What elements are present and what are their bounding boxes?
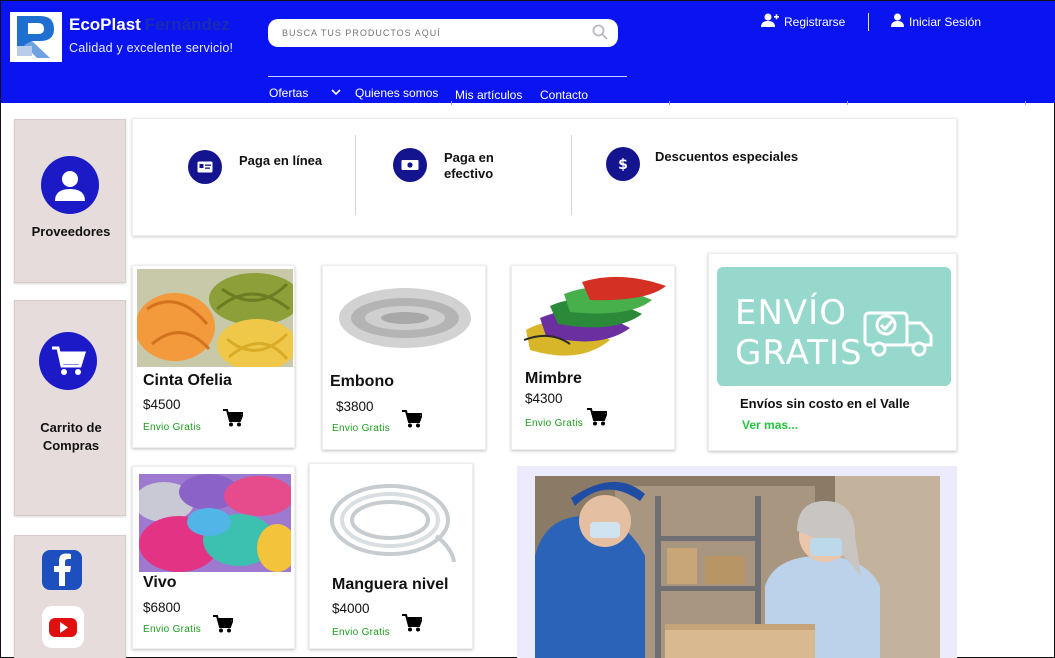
product-name[interactable]: Manguera nivel: [332, 576, 448, 594]
see-more-link[interactable]: Ver mas...: [742, 418, 798, 432]
nav-separator: [451, 101, 452, 105]
feature-discounts: Descuentos especiales: [655, 149, 799, 164]
product-card-manguera-nivel[interactable]: Manguera nivel $4000 Envio Gratis: [309, 463, 473, 649]
add-to-cart-icon[interactable]: [402, 614, 424, 637]
product-name[interactable]: Vivo: [143, 574, 177, 592]
shipping-badge: Envio Gratis: [332, 627, 391, 638]
delivery-photo: [535, 476, 940, 658]
product-card-mimbre[interactable]: Mimbre $4300 Envio Gratis: [511, 265, 675, 450]
nav-divider: [268, 76, 627, 77]
dollar-icon: $: [606, 147, 640, 181]
search-input[interactable]: [282, 19, 582, 47]
youtube-icon[interactable]: [42, 606, 84, 648]
nav-item-contacto[interactable]: Contacto: [540, 88, 588, 102]
feature-divider: [355, 135, 356, 215]
social-card: [14, 535, 126, 658]
banner-line-2: GRATIS: [735, 333, 863, 373]
register-link[interactable]: Registrarse: [761, 13, 845, 30]
search-bar: [268, 19, 618, 47]
free-shipping-banner: ENVÍO GRATIS: [717, 267, 951, 386]
user-icon: [891, 13, 904, 30]
product-card-cinta-ofelia[interactable]: Cinta Ofelia $4500 Envio Gratis: [132, 265, 295, 448]
nav-separator: [1025, 101, 1026, 105]
add-user-icon: [761, 13, 779, 30]
product-price: $3800: [336, 399, 374, 414]
feature-online-payment: Paga en línea: [239, 153, 323, 168]
delivery-photo-panel: [517, 466, 957, 658]
nav-separator: [669, 101, 670, 105]
cart-label: Carrito de Compras: [40, 420, 102, 453]
brand-primary: EcoPlast: [69, 15, 141, 34]
product-image: [139, 474, 291, 572]
product-image: [324, 476, 464, 568]
feature-divider: [571, 135, 572, 215]
svg-text:$: $: [618, 157, 628, 172]
providers-label: Proveedores: [31, 224, 111, 239]
product-image: [137, 269, 293, 367]
free-shipping-promo[interactable]: ENVÍO GRATIS Envíos sin costo en el Vall…: [708, 253, 957, 451]
register-label: Registrarse: [784, 14, 846, 29]
login-label: Iniciar Sesión: [909, 14, 982, 29]
shipping-badge: Envio Gratis: [143, 624, 202, 635]
shipping-badge: Envio Gratis: [143, 422, 202, 433]
product-price: $4500: [143, 397, 181, 412]
nav-item-mis-articulos[interactable]: Mis artículos: [455, 88, 522, 102]
add-to-cart-icon[interactable]: [223, 409, 245, 432]
product-card-vivo[interactable]: Vivo $6800 Envio Gratis: [132, 466, 295, 649]
shipping-badge: Envio Gratis: [525, 418, 584, 429]
search-icon[interactable]: [592, 24, 608, 45]
promo-title: Envíos sin costo en el Valle: [740, 396, 910, 411]
feature-cash-payment: Paga en efectivo: [444, 150, 494, 181]
product-image: [331, 272, 479, 362]
site-header: EcoPlast Fernández Calidad y excelente se…: [1, 1, 1055, 105]
nav-separator: [847, 101, 848, 105]
product-price: $6800: [143, 600, 181, 615]
facebook-icon[interactable]: [42, 550, 82, 590]
features-bar: Paga en línea Paga en efectivo $ Descuen…: [132, 118, 957, 236]
banner-line-1: ENVÍO: [735, 293, 847, 333]
brand-secondary: Fernández: [144, 15, 230, 34]
login-link[interactable]: Iniciar Sesión: [891, 13, 981, 30]
shopping-cart-icon: [39, 332, 97, 390]
product-name[interactable]: Embono: [330, 373, 394, 391]
brand-tagline: Calidad y excelente servicio!: [69, 41, 234, 55]
auth-divider: [868, 13, 869, 31]
product-card-embono[interactable]: Embono $3800 Envio Gratis: [322, 265, 486, 450]
shipping-badge: Envio Gratis: [332, 423, 391, 434]
delivery-truck-icon: [863, 303, 935, 366]
cart-card[interactable]: Carrito de Compras: [14, 300, 126, 516]
brand-logo[interactable]: [10, 12, 62, 62]
nav-item-ofertas[interactable]: Ofertas: [269, 86, 308, 100]
banner-text: ENVÍO GRATIS: [735, 293, 863, 373]
providers-card[interactable]: Proveedores: [14, 119, 126, 283]
product-price: $4300: [525, 391, 563, 406]
product-name[interactable]: Cinta Ofelia: [143, 372, 232, 390]
cash-icon: [393, 148, 427, 182]
id-card-icon: [188, 150, 222, 184]
nav-item-quienes-somos[interactable]: Quienes somos: [355, 86, 438, 100]
product-price: $4000: [332, 601, 370, 616]
user-icon: [41, 156, 99, 214]
product-image: [520, 270, 668, 366]
brand-name: EcoPlast Fernández: [69, 15, 230, 35]
product-name[interactable]: Mimbre: [525, 370, 582, 388]
add-to-cart-icon[interactable]: [402, 410, 424, 433]
chevron-down-icon[interactable]: [331, 85, 341, 102]
add-to-cart-icon[interactable]: [213, 615, 235, 638]
add-to-cart-icon[interactable]: [587, 408, 609, 431]
